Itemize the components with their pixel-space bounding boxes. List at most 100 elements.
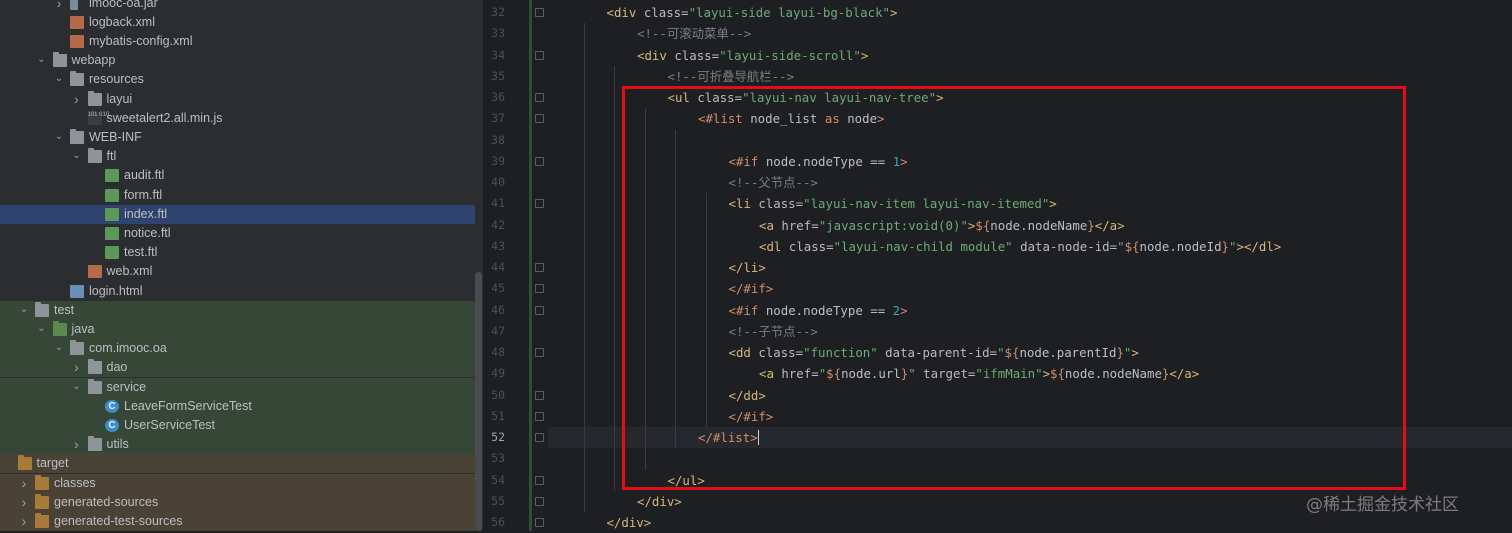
fold-marker-icon[interactable]: [535, 518, 544, 527]
tree-item-form-ftl[interactable]: form.ftl: [0, 186, 475, 205]
chevron-down-icon[interactable]: ⌄: [53, 130, 65, 144]
tree-item-imooc-oa-jar[interactable]: › imooc-oa.jar: [0, 0, 475, 13]
code-line[interactable]: <dl class="layui-nav-child module" data-…: [548, 236, 1512, 257]
chevron-down-icon[interactable]: ⌄: [18, 303, 30, 317]
text-caret: [757, 430, 760, 445]
tree-item-web-inf[interactable]: ⌄ WEB-INF: [0, 128, 475, 147]
code-line[interactable]: <!--父节点-->: [548, 172, 1512, 193]
js-file-icon: 101 010: [87, 111, 109, 125]
code-line[interactable]: <#if node.nodeType == 2>: [548, 300, 1512, 321]
code-line[interactable]: <!--子节点-->: [548, 321, 1512, 342]
tree-item-logback-xml[interactable]: logback.xml: [0, 13, 475, 32]
tree-item-layui[interactable]: › layui: [0, 90, 475, 109]
chevron-down-icon[interactable]: ⌄: [71, 380, 83, 394]
tree-item-label: sweetalert2.all.min.js: [106, 110, 223, 125]
code-line[interactable]: </ul>: [548, 470, 1512, 491]
code-line[interactable]: <#if node.nodeType == 1>: [548, 151, 1512, 172]
line-number: 55: [491, 493, 505, 508]
code-token: data-node-id=: [1020, 238, 1118, 254]
fold-marker-icon[interactable]: [535, 411, 544, 421]
code-line[interactable]: <!--可滚动菜单-->: [548, 23, 1512, 44]
chevron-right-icon[interactable]: ›: [71, 360, 83, 374]
tree-item-login-html[interactable]: login.html: [0, 282, 475, 301]
fold-marker-icon[interactable]: [535, 114, 544, 124]
chevron-down-icon[interactable]: ⌄: [53, 341, 65, 355]
tree-item-ftl[interactable]: ⌄ ftl: [0, 147, 475, 166]
chevron-right-icon[interactable]: ›: [18, 495, 30, 509]
fold-marker-icon[interactable]: [535, 390, 544, 400]
code-line[interactable]: </#if>: [548, 406, 1512, 427]
tree-item-label: audit.ftl: [124, 168, 165, 183]
tree-item-label: login.html: [89, 283, 143, 298]
fold-marker-icon[interactable]: [535, 305, 544, 315]
tree-item-audit-ftl[interactable]: audit.ftl: [0, 166, 475, 185]
tree-item-mybatis-config-xml[interactable]: mybatis-config.xml: [0, 32, 475, 51]
tree-item-leaveformservicetest[interactable]: C LeaveFormServiceTest: [0, 396, 475, 416]
code-token: </#if>: [728, 281, 774, 297]
fold-marker-icon[interactable]: [535, 284, 544, 294]
code-line[interactable]: <div class="layui-side-scroll">: [548, 45, 1512, 66]
tree-item-generated-sources[interactable]: › generated-sources: [0, 492, 475, 512]
tree-item-com-imooc-oa[interactable]: ⌄ com.imooc.oa: [0, 339, 475, 359]
folder-orange-icon: [35, 493, 49, 509]
tree-item-sweetalert2-all-min-js[interactable]: 101 010 sweetalert2.all.min.js: [0, 109, 475, 128]
project-tree-scrollbar[interactable]: [475, 272, 482, 531]
tree-item-java[interactable]: ⌄ java: [0, 319, 475, 340]
fold-marker-icon[interactable]: [535, 199, 544, 209]
code-token: as: [817, 111, 848, 127]
tree-item-resources[interactable]: ⌄ resources: [0, 70, 475, 89]
chevron-right-icon[interactable]: ›: [71, 92, 83, 106]
code-line[interactable]: <li class="layui-nav-item layui-nav-item…: [548, 193, 1512, 214]
tree-item-classes[interactable]: › classes: [0, 473, 475, 493]
chevron-down-icon[interactable]: ⌄: [36, 53, 48, 67]
tree-item-test-ftl[interactable]: test.ftl: [0, 243, 475, 262]
fold-marker-icon[interactable]: [535, 8, 544, 17]
tree-item-generated-test-sources[interactable]: › generated-test-sources: [0, 511, 475, 531]
tree-item-target[interactable]: target: [0, 454, 475, 474]
tree-item-utils[interactable]: › utils: [0, 435, 475, 455]
fold-marker-icon[interactable]: [535, 348, 544, 357]
tree-item-service[interactable]: ⌄ service: [0, 377, 475, 397]
code-line[interactable]: </dd>: [548, 385, 1512, 406]
tree-item-userservicetest[interactable]: C UserServiceTest: [0, 415, 475, 436]
code-line[interactable]: </li>: [548, 257, 1512, 278]
fold-marker-icon[interactable]: [535, 475, 544, 485]
code-token: </#list>: [698, 430, 758, 445]
code-line[interactable]: [548, 448, 1512, 469]
fold-marker-icon[interactable]: [535, 496, 544, 506]
code-line[interactable]: <div class="layui-side layui-bg-black">: [548, 2, 1512, 23]
fold-marker-icon[interactable]: [535, 93, 544, 102]
code-token: <#if: [728, 153, 766, 169]
tree-item-dao[interactable]: › dao: [0, 358, 475, 378]
tree-item-label: notice.ftl: [124, 225, 171, 240]
code-editor[interactable]: <div class="layui-side layui-bg-black"> <…: [548, 0, 1512, 531]
code-token: node.url: [841, 366, 901, 382]
code-token: node_list: [750, 111, 818, 127]
code-line[interactable]: <a href="${node.url}" target="ifmMain">$…: [548, 363, 1512, 384]
chevron-right-icon[interactable]: ›: [71, 437, 83, 451]
tree-item-notice-ftl[interactable]: notice.ftl: [0, 224, 475, 243]
tree-item-test[interactable]: ⌄ test: [0, 300, 475, 320]
chevron-right-icon[interactable]: ›: [53, 0, 65, 10]
chevron-down-icon[interactable]: ⌄: [53, 72, 65, 86]
chevron-right-icon[interactable]: ›: [18, 514, 30, 528]
chevron-down-icon[interactable]: ⌄: [71, 149, 83, 163]
fold-marker-icon[interactable]: [535, 50, 544, 60]
chevron-right-icon[interactable]: ›: [18, 476, 30, 490]
tree-item-web-xml[interactable]: web.xml: [0, 262, 475, 281]
code-line[interactable]: [548, 130, 1512, 151]
tree-item-index-ftl[interactable]: index.ftl: [0, 204, 475, 224]
tree-item-webapp[interactable]: ⌄ webapp: [0, 51, 475, 70]
fold-marker-icon[interactable]: [535, 433, 544, 442]
fold-marker-icon[interactable]: [535, 263, 544, 272]
code-line[interactable]: <!--可折叠导航栏-->: [548, 66, 1512, 87]
fold-marker-icon[interactable]: [535, 156, 544, 166]
code-line[interactable]: </#list>: [548, 427, 1512, 448]
code-line[interactable]: <dd class="function" data-parent-id="${n…: [548, 342, 1512, 363]
code-line[interactable]: <ul class="layui-nav layui-nav-tree">: [548, 87, 1512, 108]
chevron-down-icon[interactable]: ⌄: [36, 322, 48, 336]
code-token: ${: [1124, 238, 1140, 254]
code-line[interactable]: <a href="javascript:void(0)">${node.node…: [548, 215, 1512, 236]
code-line[interactable]: <#list node_list as node>: [548, 108, 1512, 129]
code-line[interactable]: </#if>: [548, 278, 1512, 299]
